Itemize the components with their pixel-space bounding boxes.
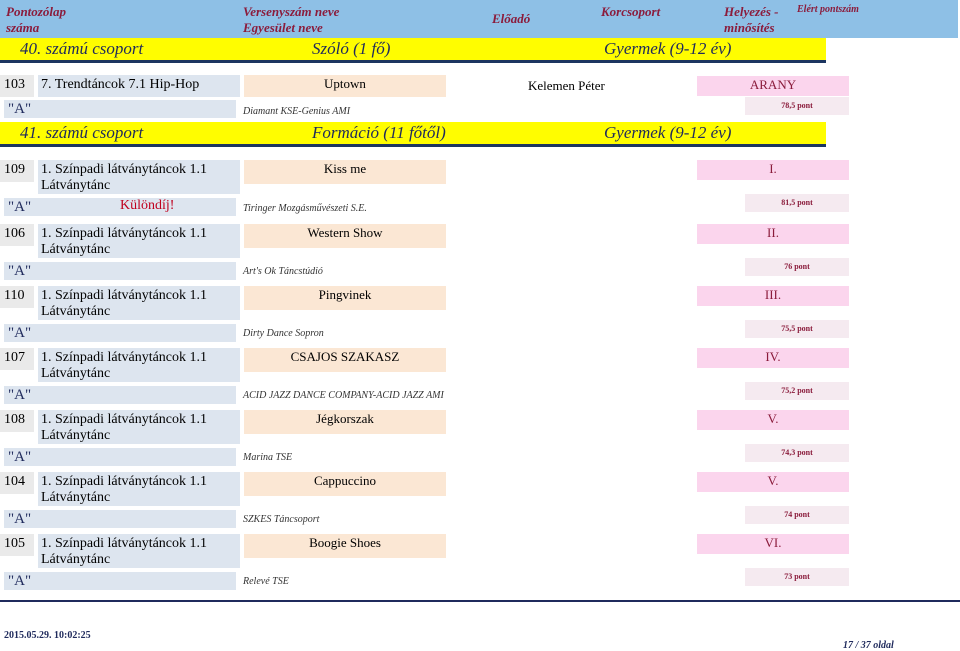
footer-divider	[0, 600, 960, 602]
group-form: Formáció (11 főtől)	[312, 123, 446, 142]
entry-category-line2: Látványtánc	[41, 366, 111, 381]
header-name: Versenyszám neve Egyesület neve	[243, 4, 340, 35]
entry-rating: "A"	[4, 510, 236, 528]
entry-category: 1. Színpadi látványtáncok 1.1 Látványtánc	[38, 534, 240, 568]
entry-category-line1: 1. Színpadi látványtáncok 1.1	[41, 162, 208, 177]
entry-number: 104	[0, 472, 34, 494]
entry-category-line1: 1. Színpadi látványtáncok 1.1	[41, 412, 208, 427]
group-header: 40. számú csoport Szóló (1 fő) Gyermek (…	[0, 38, 826, 63]
entry-place: VI.	[697, 534, 849, 554]
entry-points: 81,5 pont	[745, 194, 849, 212]
entry-number: 106	[0, 224, 34, 246]
entry-title: Kiss me	[244, 160, 446, 184]
entry-rating: "A"	[4, 100, 236, 118]
header-agegroup: Korcsoport	[601, 4, 661, 19]
header-place: Helyezés - minősítés	[724, 4, 779, 35]
entry-rating: "A"	[4, 572, 236, 590]
group-age: Gyermek (9-12 év)	[604, 39, 732, 58]
entry-rating: "A"	[4, 386, 236, 404]
entry-category-line2: Látványtánc	[41, 428, 111, 443]
group-form: Szóló (1 fő)	[312, 39, 391, 58]
entry-club: Diamant KSE-Genius AMI	[243, 106, 351, 117]
group-title: 41. számú csoport	[20, 123, 144, 142]
entry-place: IV.	[697, 348, 849, 368]
entry-place: III.	[697, 286, 849, 306]
entry-category-line2: Látványtánc	[41, 242, 111, 257]
entry-category-line1: 1. Színpadi látványtáncok 1.1	[41, 288, 208, 303]
entry-points: 74 pont	[745, 506, 849, 524]
entry-category: 1. Színpadi látványtáncok 1.1 Látványtánc	[38, 286, 240, 320]
entry-rating: "A"	[4, 448, 236, 466]
entry-club: SZKES Táncsoport	[243, 514, 320, 525]
header-num: Pontozólap száma	[6, 4, 66, 35]
entry-number: 103	[0, 75, 34, 97]
entry-place: V.	[697, 410, 849, 430]
entry-category-line2: Látványtánc	[41, 178, 111, 193]
entry-title: Uptown	[244, 75, 446, 97]
entry-number: 107	[0, 348, 34, 370]
special-award: Különdíj!	[120, 198, 175, 213]
entry-points: 74,3 pont	[745, 444, 849, 462]
entry-club: Relevé TSE	[243, 576, 289, 587]
entry-category: 1. Színpadi látványtáncok 1.1 Látványtánc	[38, 224, 240, 258]
entry-club: ACID JAZZ DANCE COMPANY-ACID JAZZ AMI	[243, 390, 444, 401]
entry-number: 108	[0, 410, 34, 432]
entry-performer: Kelemen Péter	[528, 78, 605, 93]
entry-number: 105	[0, 534, 34, 556]
entry-rating: "A"	[4, 324, 236, 342]
table-header: Pontozólap száma Versenyszám neve Egyesü…	[0, 0, 960, 38]
entry-place: II.	[697, 224, 849, 244]
entry-place: I.	[697, 160, 849, 180]
entry-points: 73 pont	[745, 568, 849, 586]
entry-category: 1. Színpadi látványtáncok 1.1 Látványtánc	[38, 348, 240, 382]
entry-club: Dirty Dance Sopron	[243, 328, 324, 339]
entry-category-line1: 1. Színpadi látványtáncok 1.1	[41, 350, 208, 365]
entry-title: Cappuccino	[244, 472, 446, 496]
header-points: Elért pontszám	[797, 4, 859, 15]
page-number: 17 / 37 oldal	[843, 640, 894, 651]
header-performer: Előadó	[492, 11, 531, 26]
entry-category: 1. Színpadi látványtáncok 1.1 Látványtánc	[38, 160, 240, 194]
entry-category-line2: Látványtánc	[41, 552, 111, 567]
entry-category: 7. Trendtáncok 7.1 Hip-Hop	[38, 75, 240, 97]
entry-category-line1: 1. Színpadi látványtáncok 1.1	[41, 474, 208, 489]
group-header: 41. számú csoport Formáció (11 főtől) Gy…	[0, 122, 826, 147]
entry-title: CSAJOS SZAKASZ	[244, 348, 446, 372]
entry-points: 75,5 pont	[745, 320, 849, 338]
entry-points: 76 pont	[745, 258, 849, 276]
entry-category: 1. Színpadi látványtáncok 1.1 Látványtánc	[38, 472, 240, 506]
entry-points: 78,5 pont	[745, 97, 849, 115]
entry-place: ARANY	[697, 76, 849, 96]
print-timestamp: 2015.05.29. 10:02:25	[4, 630, 91, 641]
entry-title: Pingvinek	[244, 286, 446, 310]
entry-category-line1: 1. Színpadi látványtáncok 1.1	[41, 536, 208, 551]
entry-title: Western Show	[244, 224, 446, 248]
entry-club: Marina TSE	[243, 452, 293, 463]
entry-rating: "A"	[4, 262, 236, 280]
group-age: Gyermek (9-12 év)	[604, 123, 732, 142]
group-title: 40. számú csoport	[20, 39, 144, 58]
entry-title: Jégkorszak	[244, 410, 446, 434]
entry-place: V.	[697, 472, 849, 492]
entry-club: Art's Ok Táncstúdió	[243, 266, 323, 277]
entry-category-line2: Látványtánc	[41, 304, 111, 319]
entry-number: 109	[0, 160, 34, 182]
entry-title: Boogie Shoes	[244, 534, 446, 558]
entry-number: 110	[0, 286, 34, 308]
entry-category: 1. Színpadi látványtáncok 1.1 Látványtánc	[38, 410, 240, 444]
entry-points: 75,2 pont	[745, 382, 849, 400]
entry-club: Tiringer Mozgásművészeti S.E.	[243, 203, 367, 214]
entry-category-line2: Látványtánc	[41, 490, 111, 505]
entry-category-line1: 1. Színpadi látványtáncok 1.1	[41, 226, 208, 241]
